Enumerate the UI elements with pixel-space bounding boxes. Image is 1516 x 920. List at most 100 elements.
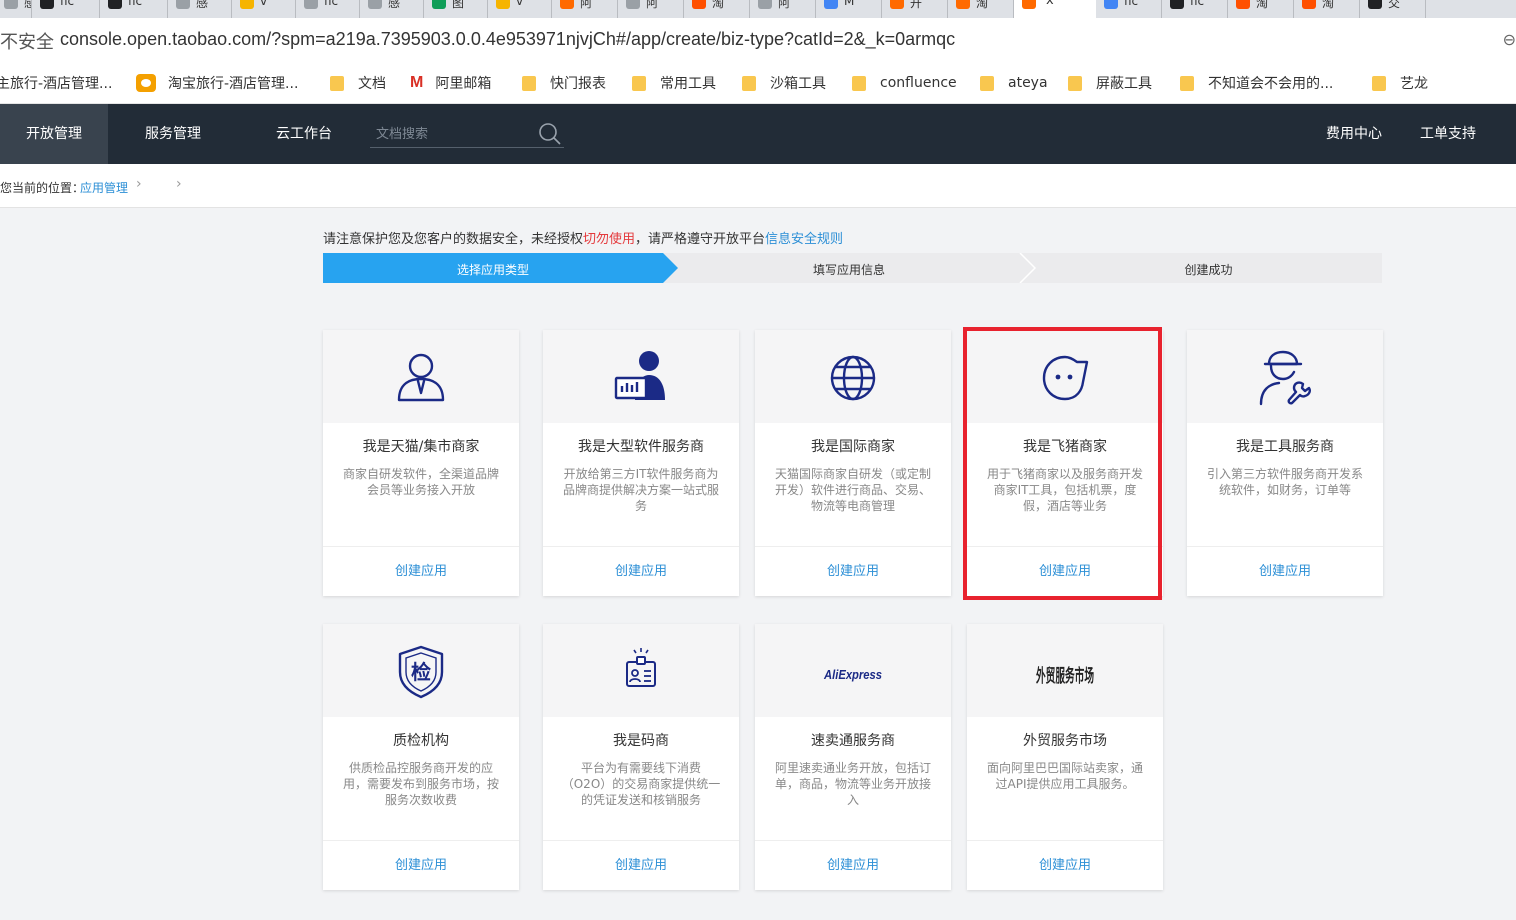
search-icon[interactable]	[538, 122, 562, 146]
tab-favicon-icon	[496, 0, 510, 9]
security-rules-link[interactable]: 信息安全规则	[765, 232, 843, 247]
card-icon-area	[1187, 330, 1383, 423]
tab-favicon-icon	[4, 0, 18, 9]
create-app-button[interactable]: 创建应用	[543, 841, 739, 890]
tab-title: 感	[388, 0, 401, 10]
card-icon-area: 检	[323, 624, 519, 717]
browser-tab[interactable]: fic	[296, 0, 360, 18]
bookmark-item[interactable]: 快门报表	[522, 72, 606, 94]
browser-tab[interactable]: 淘	[1228, 0, 1294, 18]
tab-favicon-icon	[1104, 0, 1118, 9]
browser-tab[interactable]: 图	[424, 0, 488, 18]
tab-title: 淘	[1256, 0, 1269, 10]
create-app-button[interactable]: 创建应用	[543, 547, 739, 596]
tab-favicon-icon	[368, 0, 382, 9]
breadcrumb-link-app-management[interactable]: 应用管理	[80, 179, 128, 196]
create-app-button[interactable]: 创建应用	[967, 841, 1163, 890]
doc-search	[370, 118, 564, 148]
security-indicator[interactable]: 不安全	[0, 28, 54, 54]
browser-tab[interactable]: 阿	[618, 0, 684, 18]
breadcrumb-label: 您当前的位置：	[0, 181, 85, 195]
bookmark-item[interactable]: M 阿里邮箱	[410, 72, 491, 94]
bookmark-item[interactable]: ateya	[980, 72, 1048, 94]
bookmark-label: confluence	[880, 75, 957, 91]
browser-tab[interactable]: 淘	[684, 0, 750, 18]
browser-tab[interactable]: 感	[360, 0, 424, 18]
bookmark-item[interactable]: confluence	[852, 72, 957, 94]
browser-tab[interactable]: M	[816, 0, 882, 18]
tab-title: 感	[196, 0, 209, 10]
tab-close-icon[interactable]: x	[1046, 0, 1054, 8]
card-title: 我是码商	[613, 733, 669, 749]
browser-tab[interactable]: 阿	[750, 0, 816, 18]
browser-tab[interactable]: x	[1014, 0, 1096, 18]
browser-tab[interactable]: 淘	[1294, 0, 1360, 18]
browser-tab-strip: 感 fic fic 感 v fic 感 图 v 阿 阿 淘 阿 M 开 淘 x fic fic 淘 淘 交	[0, 0, 1516, 18]
tab-title: 交	[1388, 0, 1401, 10]
bookmark-label: 淘宝旅行-酒店管理...	[168, 76, 299, 92]
bookmark-label: 沙箱工具	[770, 76, 826, 92]
tab-favicon-icon	[560, 0, 574, 9]
folder-icon	[632, 75, 646, 91]
browser-tab[interactable]: 淘	[948, 0, 1014, 18]
card-icon-area: AliExpress	[755, 624, 951, 717]
bookmark-item[interactable]: 淘宝旅行-酒店管理...	[136, 72, 298, 94]
card-description: 面向阿里巴巴国际站卖家，通过API提供应用工具服务。	[986, 761, 1143, 791]
bookmark-item[interactable]: 主旅行-酒店管理...	[0, 72, 112, 94]
app-type-card: 外贸服务市场外贸服务市场面向阿里巴巴国际站卖家，通过API提供应用工具服务。创建…	[967, 624, 1163, 890]
nav-item-open-management[interactable]: 开放管理	[0, 104, 108, 164]
external-icon[interactable]: ⊖	[1503, 30, 1516, 49]
folder-icon	[742, 75, 756, 91]
bookmark-item[interactable]: 屏蔽工具	[1068, 72, 1152, 94]
app-type-card: AliExpress 速卖通服务商 阿里速卖通业务开放，包括订单，商品，物流等业务开…	[755, 624, 951, 890]
browser-tab[interactable]: fic	[1162, 0, 1228, 18]
tab-title: 开	[910, 0, 923, 10]
card-title: 我是工具服务商	[1236, 439, 1334, 455]
browser-tab[interactable]: 感	[168, 0, 232, 18]
bookmark-item[interactable]: 沙箱工具	[742, 72, 826, 94]
folder-icon	[330, 75, 344, 91]
browser-tab[interactable]: 感	[0, 0, 32, 18]
card-title: 我是国际商家	[811, 439, 895, 455]
software-provider-icon	[611, 348, 671, 408]
create-app-button[interactable]: 创建应用	[323, 841, 519, 890]
browser-tab[interactable]: 阿	[552, 0, 618, 18]
bookmark-item[interactable]: 常用工具	[632, 72, 716, 94]
create-app-button[interactable]: 创建应用	[1187, 547, 1383, 596]
bookmark-item[interactable]: 不知道会不会用的...	[1180, 72, 1333, 94]
step-2-fill-info: 填写应用信息	[812, 263, 885, 277]
app-type-card: 我是国际商家 天猫国际商家自研发（或定制开发）软件进行商品、交易、物流等电商管理创…	[755, 330, 951, 596]
browser-tab[interactable]: v	[232, 0, 296, 18]
url-text[interactable]: console.open.taobao.com/?spm=a219a.73959…	[60, 29, 955, 50]
browser-tab[interactable]: 开	[882, 0, 948, 18]
nav-item-ticket-support[interactable]: 工单支持	[1410, 104, 1486, 164]
create-app-button[interactable]: 创建应用	[323, 547, 519, 596]
doc-search-input[interactable]	[376, 124, 526, 144]
tab-title: fic	[128, 0, 143, 8]
browser-tab[interactable]: v	[488, 0, 552, 18]
browser-tab[interactable]: fic	[1096, 0, 1162, 18]
tab-title: v	[516, 0, 524, 8]
browser-tab[interactable]: fic	[100, 0, 168, 18]
address-bar[interactable]: 不安全 console.open.taobao.com/?spm=a219a.7…	[0, 18, 1516, 64]
browser-tab[interactable]: 交	[1360, 0, 1426, 18]
browser-tab[interactable]: fic	[32, 0, 100, 18]
nav-item-service-management[interactable]: 服务管理	[108, 104, 238, 164]
app-type-card: 我是工具服务商 引入第三方软件服务商开发系统软件，如财务，订单等 创建应用	[1187, 330, 1383, 596]
folder-icon	[1180, 75, 1194, 91]
app-type-card: 我是天猫/集市商家 商家自研发软件，全渠道品牌会员等业务接入开放 创建应用	[323, 330, 519, 596]
tab-title: 淘	[1322, 0, 1335, 10]
tab-title: fic	[324, 0, 339, 8]
create-app-button[interactable]: 创建应用	[755, 547, 951, 596]
card-icon-area	[323, 330, 519, 423]
tab-title: 图	[452, 0, 465, 10]
nav-item-billing[interactable]: 费用中心	[1316, 104, 1392, 164]
nav-item-cloud-workbench[interactable]: 云工作台	[238, 104, 370, 164]
bookmark-item[interactable]: 文档	[330, 72, 386, 94]
mail-icon: M	[410, 74, 424, 91]
card-description: 阿里速卖通业务开放，包括订单，商品，物流等业务开放接入	[774, 761, 931, 807]
bookmark-item[interactable]: 艺龙	[1372, 72, 1428, 94]
folder-icon	[1068, 75, 1082, 91]
bookmarks-bar: 主旅行-酒店管理... 淘宝旅行-酒店管理... 文档 M 阿里邮箱 快门报表 常用工具 沙箱…	[0, 64, 1516, 104]
create-app-button[interactable]: 创建应用	[755, 841, 951, 890]
